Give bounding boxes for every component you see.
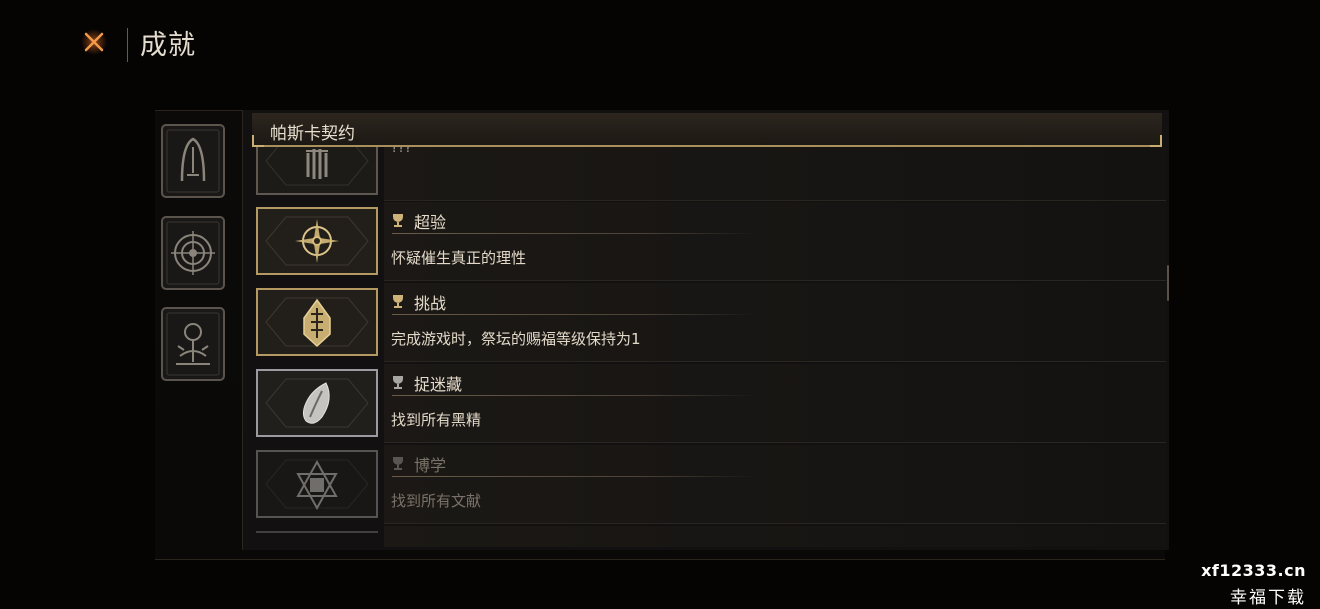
title-underline — [392, 233, 756, 234]
close-x-icon — [81, 29, 107, 55]
achievement-name: 捉迷藏 — [414, 375, 463, 394]
achievement-badge — [256, 147, 378, 195]
achievement-list[interactable]: ??? 超验 怀疑催生真正的理性 挑战 完成游戏时，祭坛的赐福等级保持为1 捉迷… — [252, 147, 1166, 547]
achievement-description: 找到所有文献 — [391, 492, 482, 510]
category-tab-3[interactable] — [160, 306, 226, 382]
row-separator — [384, 523, 1166, 524]
achievement-badge — [256, 288, 378, 356]
achievement-description: 找到所有黑精 — [391, 411, 482, 429]
trophy-icon — [391, 213, 405, 227]
achievement-row[interactable]: 捉迷藏 找到所有黑精 — [252, 363, 1166, 443]
category-tab-2[interactable] — [160, 215, 226, 291]
achievement-description: 完成游戏时，祭坛的赐福等级保持为1 — [391, 330, 641, 348]
row-separator — [384, 280, 1166, 281]
row-background — [384, 364, 1166, 442]
trophy-icon — [391, 294, 405, 308]
achievement-badge — [256, 207, 378, 275]
title-underline — [392, 476, 756, 477]
watermark-url: xf12333.cn — [1201, 561, 1306, 580]
achievement-badge — [256, 531, 378, 539]
crown-sigil-icon — [256, 147, 378, 195]
achievement-name: 超验 — [414, 213, 447, 232]
row-background — [384, 445, 1166, 523]
row-separator — [384, 442, 1166, 443]
trophy-icon — [391, 456, 405, 470]
hexagram-tome-icon — [256, 450, 378, 518]
category-tab-1[interactable] — [160, 123, 226, 199]
achievement-description: 怀疑催生真正的理性 — [391, 249, 527, 267]
title-underline — [392, 314, 756, 315]
section-title: 帕斯卡契约 — [270, 124, 355, 144]
achievement-row[interactable] — [252, 525, 1166, 547]
header-corner-left — [252, 135, 264, 147]
watermark: xf12333.cn 幸福下载 — [1184, 561, 1306, 608]
spiral-eye-icon — [161, 216, 225, 290]
rune-crystal-icon — [256, 288, 378, 356]
watermark-name: 幸福下载 — [1230, 588, 1306, 608]
row-background — [384, 283, 1166, 361]
row-background — [384, 202, 1166, 280]
row-background — [384, 526, 1166, 547]
sprouting-seed-icon — [161, 307, 225, 381]
achievement-row[interactable]: 挑战 完成游戏时，祭坛的赐福等级保持为1 — [252, 282, 1166, 362]
achievement-badge — [256, 450, 378, 518]
achievement-name: 博学 — [414, 456, 447, 475]
close-button[interactable] — [80, 28, 108, 56]
row-background — [384, 147, 1166, 200]
scrollbar-thumb[interactable] — [1167, 265, 1169, 301]
trophy-icon — [391, 375, 405, 389]
section-header: 帕斯卡契约 — [252, 113, 1162, 147]
achievement-badge — [256, 369, 378, 437]
header-divider — [127, 28, 128, 62]
altar-arch-icon — [161, 124, 225, 198]
silver-seed-icon — [256, 369, 378, 437]
page-title: 成就 — [140, 30, 196, 61]
compass-star-icon — [256, 207, 378, 275]
achievement-row[interactable]: ??? — [252, 147, 1166, 201]
achievement-name: 挑战 — [414, 294, 447, 313]
row-separator — [384, 361, 1166, 362]
achievement-row[interactable]: 超验 怀疑催生真正的理性 — [252, 201, 1166, 281]
achievement-row[interactable]: 博学 找到所有文献 — [252, 444, 1166, 524]
header-corner-right — [1150, 135, 1162, 147]
title-underline — [392, 395, 756, 396]
achievement-description: ??? — [391, 147, 412, 156]
